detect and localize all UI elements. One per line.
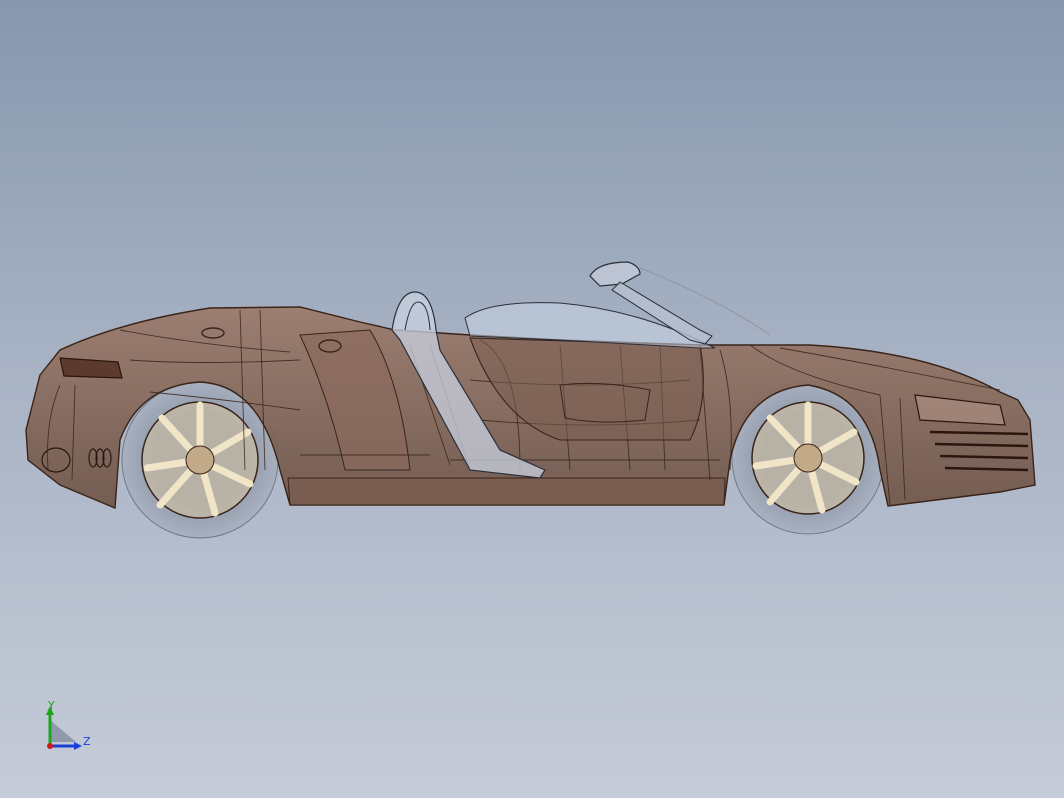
graphics-viewport[interactable]: Y Z — [0, 0, 1064, 798]
z-axis-head — [74, 742, 82, 750]
triad-plane — [50, 720, 76, 742]
car-model-side-view[interactable] — [0, 0, 1064, 798]
x-axis-point — [47, 743, 53, 749]
axis-y-label: Y — [48, 699, 55, 712]
triad-graphic — [46, 706, 82, 750]
axis-z-label: Z — [83, 735, 91, 748]
side-sill — [287, 477, 726, 506]
orientation-triad: Y Z — [36, 696, 106, 758]
